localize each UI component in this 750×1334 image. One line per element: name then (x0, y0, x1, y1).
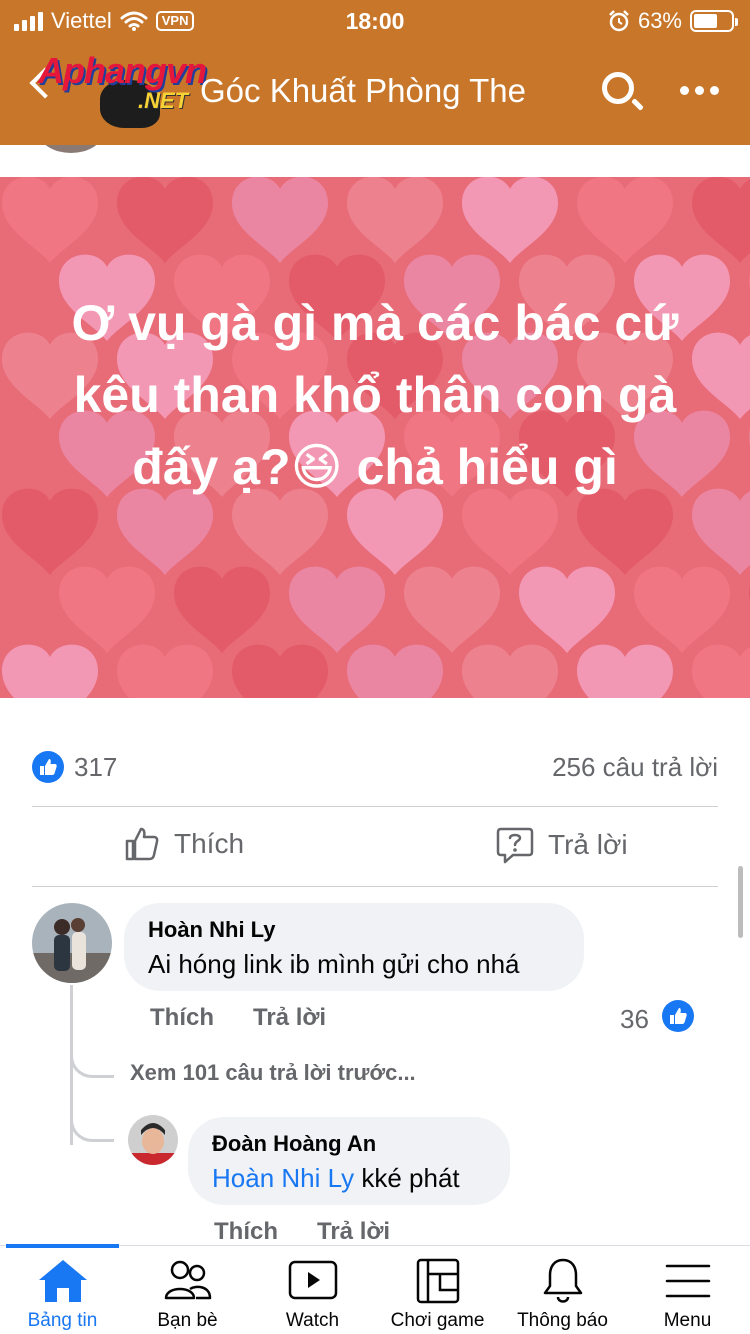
post-author-row (0, 145, 750, 177)
friends-icon (160, 1256, 216, 1306)
reply-author[interactable]: Đoàn Hoàng An (212, 1131, 486, 1157)
thumbs-up-icon (125, 827, 159, 861)
divider (32, 806, 718, 807)
tab-menu[interactable]: Menu (625, 1256, 750, 1332)
logo-sub-text: .NET (138, 88, 189, 113)
like-label: Thích (174, 828, 245, 859)
comment-author[interactable]: Hoàn Nhi Ly (148, 917, 560, 943)
menu-icon (660, 1256, 716, 1306)
comment-reply-link[interactable]: Trả lời (253, 1004, 326, 1032)
reply-bubble[interactable]: Đoàn Hoàng An Hoàn Nhi Ly kké phát (188, 1117, 510, 1205)
tab-label: Bạn bè (157, 1310, 218, 1331)
tab-news-feed[interactable]: Bảng tin (0, 1256, 125, 1332)
tab-label: Thông báo (517, 1310, 608, 1331)
battery-icon (690, 10, 738, 32)
post-actions: Thích Trả lời (32, 808, 718, 886)
reply-label: Trả lời (548, 829, 628, 860)
reply-text: Hoàn Nhi Ly kké phát (212, 1163, 486, 1194)
group-title[interactable]: Góc Khuất Phòng The (200, 72, 526, 110)
like-reaction-icon (32, 751, 64, 783)
reply-button[interactable]: Trả lời (496, 826, 628, 864)
comment-like-link[interactable]: Thích (150, 1004, 214, 1032)
thread-connector (70, 1112, 114, 1142)
tab-label: Menu (663, 1310, 712, 1331)
reply-body: kké phát (354, 1163, 460, 1193)
divider (32, 886, 718, 887)
tab-notifications[interactable]: Thông báo (500, 1256, 625, 1332)
mention-link[interactable]: Hoàn Nhi Ly (212, 1163, 354, 1193)
tab-label: Chơi game (390, 1310, 485, 1331)
battery-percent: 63% (637, 8, 682, 33)
comment-like-count: 36 (620, 1004, 649, 1034)
tab-label: Bảng tin (27, 1310, 98, 1331)
bell-icon (535, 1256, 591, 1306)
commenter-avatar[interactable] (32, 903, 112, 983)
post-card: Ơ vụ gà gì mà các bác cứ kêu than khổ th… (0, 177, 750, 698)
search-icon[interactable] (602, 72, 634, 104)
reaction-count: 317 (74, 752, 118, 782)
reply-count[interactable]: 256 câu trả lời (552, 752, 718, 783)
more-options-icon[interactable] (680, 86, 719, 95)
alarm-icon (609, 10, 629, 32)
active-tab-indicator (6, 1244, 119, 1248)
reply-reply-link[interactable]: Trả lời (317, 1218, 390, 1246)
watch-icon (285, 1256, 341, 1306)
tab-gaming[interactable]: Chơi game (375, 1256, 500, 1332)
reply-avatar[interactable] (128, 1115, 178, 1165)
logo-main-text: Aphangvn (38, 50, 207, 91)
bottom-tab-bar: Bảng tin Bạn bè Watch Chơi game Thông bá… (0, 1244, 750, 1334)
view-previous-replies[interactable]: Xem 101 câu trả lời trước... (130, 1060, 416, 1086)
question-bubble-icon (496, 827, 534, 864)
scrollbar[interactable] (738, 866, 743, 938)
like-button[interactable]: Thích (124, 826, 244, 862)
status-bar: Viettel VPN 18:00 63% (0, 0, 750, 42)
reaction-summary[interactable]: 317 256 câu trả lời (32, 748, 718, 788)
home-icon (35, 1256, 91, 1306)
thread-connector (70, 1048, 114, 1078)
comment-text: Ai hóng link ib mình gửi cho nhá (148, 949, 520, 979)
like-reaction-icon (662, 1000, 694, 1032)
tab-watch[interactable]: Watch (250, 1256, 375, 1332)
top-bar: Viettel VPN 18:00 63% Aphangvn .NET Góc … (0, 0, 750, 145)
reply-like-link[interactable]: Thích (214, 1218, 278, 1246)
author-avatar[interactable] (40, 145, 102, 153)
gaming-icon (410, 1256, 466, 1306)
tab-friends[interactable]: Bạn bè (125, 1256, 250, 1332)
comment-bubble[interactable]: Hoàn Nhi Ly Ai hóng link ib mình gửi cho… (124, 903, 584, 991)
tab-label: Watch (285, 1310, 340, 1331)
post-text: Ơ vụ gà gì mà các bác cứ kêu than khổ th… (71, 295, 679, 495)
